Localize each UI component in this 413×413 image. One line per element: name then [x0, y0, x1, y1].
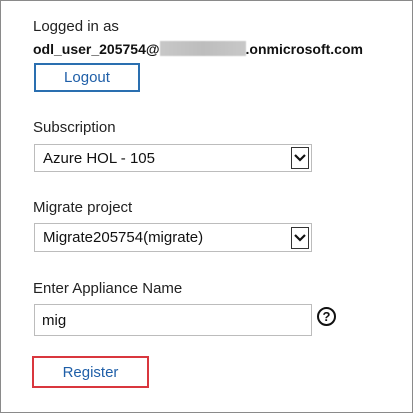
redacted-domain — [159, 41, 246, 56]
help-icon[interactable]: ? — [317, 307, 336, 326]
user-prefix: odl_user_205754@ — [33, 41, 160, 57]
subscription-select[interactable]: Azure HOL - 105 — [34, 144, 312, 172]
register-button[interactable]: Register — [63, 364, 119, 381]
register-highlight: Register — [32, 356, 149, 388]
subscription-value: Azure HOL - 105 — [43, 149, 155, 167]
migrate-project-select[interactable]: Migrate205754(migrate) — [34, 223, 312, 252]
appliance-name-input[interactable]: mig — [34, 304, 312, 336]
user-account: odl_user_205754@ .onmicrosoft.com — [33, 41, 363, 57]
migrate-project-label: Migrate project — [33, 199, 133, 216]
user-suffix: .onmicrosoft.com — [245, 41, 363, 57]
subscription-label: Subscription — [33, 119, 116, 136]
chevron-down-icon[interactable] — [291, 226, 309, 249]
logged-in-label: Logged in as — [33, 18, 119, 35]
migrate-project-value: Migrate205754(migrate) — [43, 229, 204, 246]
chevron-down-icon[interactable] — [291, 147, 309, 169]
appliance-name-label: Enter Appliance Name — [33, 280, 183, 297]
appliance-registration-panel: Logged in as odl_user_205754@ .onmicrosof… — [0, 0, 413, 413]
logout-button[interactable]: Logout — [34, 63, 140, 92]
